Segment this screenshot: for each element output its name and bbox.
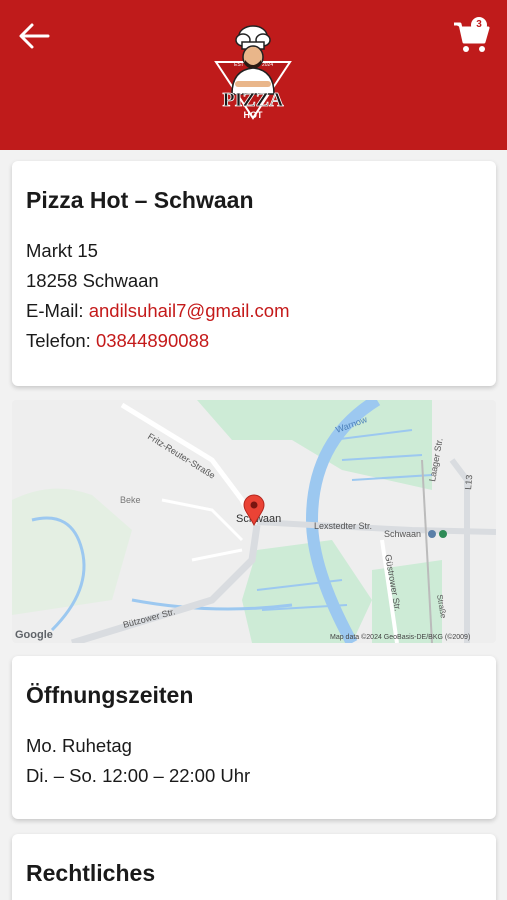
map-label-lexstedter: Lexstedter Str. [314, 521, 372, 531]
hours-line-1: Mo. Ruhetag [26, 735, 132, 756]
legal-card[interactable]: Rechtliches [12, 834, 496, 900]
logo-year-text: 2024 [262, 62, 273, 68]
phone-link[interactable]: 03844890088 [96, 330, 209, 351]
hours-line-2: Di. – So. 12:00 – 22:00 Uhr [26, 765, 251, 786]
contact-card: Pizza Hot – Schwaan Markt 15 18258 Schwa… [12, 161, 496, 386]
opening-hours-card: Öffnungszeiten Mo. Ruhetag Di. – So. 12:… [12, 656, 496, 819]
legal-title: Rechtliches [26, 860, 156, 886]
map-label-schwaan-station: Schwaan [384, 529, 421, 539]
map-canvas[interactable]: Fritz-Reuter-Straße Beke Warnow Schwaan … [12, 400, 496, 643]
app-bar: EST 2024 PIZZA HOT 3 [0, 0, 507, 150]
cart-count-badge: 3 [471, 17, 487, 33]
email-link[interactable]: andilsuhail7@gmail.com [89, 300, 290, 321]
opening-hours-title: Öffnungszeiten [26, 682, 194, 708]
logo-pizza-text: PIZZA [222, 89, 284, 111]
pizza-hot-logo: EST 2024 PIZZA HOT [214, 25, 292, 120]
logo-hot-text: HOT [244, 110, 264, 120]
logo-est-text: EST [234, 62, 244, 68]
address-city: 18258 Schwaan [26, 270, 159, 291]
map-label-l13: L13 [463, 474, 474, 490]
map-label-beke: Beke [120, 495, 141, 505]
phone-row: Telefon: 03844890088 [26, 326, 482, 356]
address-street: Markt 15 [26, 240, 98, 261]
email-row: E-Mail: andilsuhail7@gmail.com [26, 296, 482, 326]
email-label: E-Mail: [26, 300, 89, 321]
back-arrow-icon[interactable] [18, 22, 50, 50]
location-map[interactable]: Fritz-Reuter-Straße Beke Warnow Schwaan … [12, 400, 496, 643]
phone-label: Telefon: [26, 330, 96, 351]
restaurant-title: Pizza Hot – Schwaan [26, 187, 254, 213]
google-logo: Google [15, 629, 53, 641]
map-attribution: Map data ©2024 GeoBasis-DE/BKG (©2009) [330, 633, 470, 641]
